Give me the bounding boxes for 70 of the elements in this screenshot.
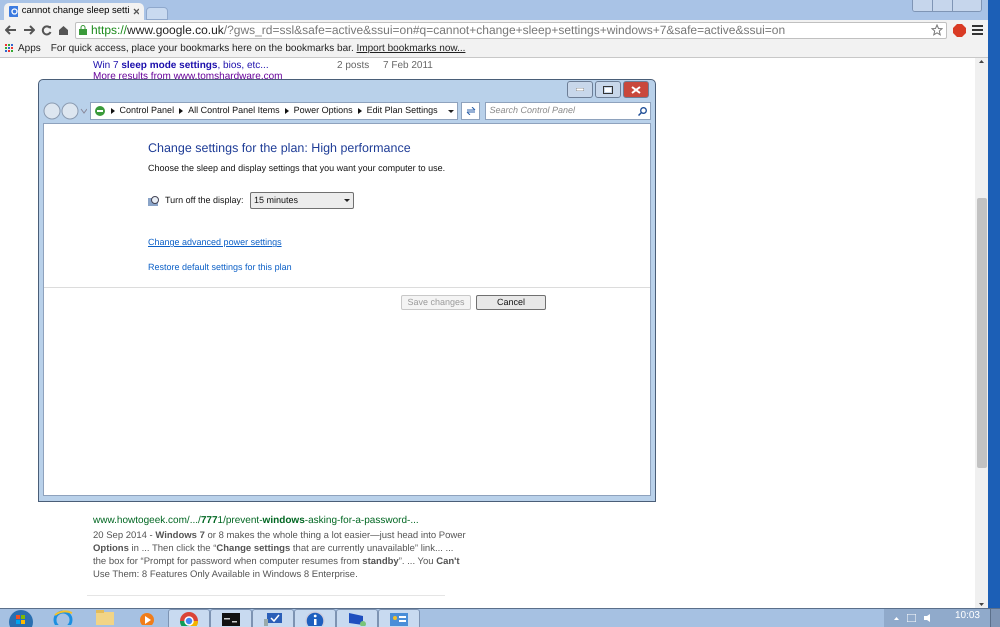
apps-grid-icon[interactable] [5, 44, 14, 53]
scroll-down-icon[interactable] [979, 603, 984, 606]
speaker-icon[interactable] [924, 614, 933, 622]
tray-arrow-icon[interactable] [894, 616, 899, 620]
star-icon[interactable] [931, 24, 943, 36]
plan-subtitle: Choose the sleep and display settings that you want your computer to use. [148, 162, 446, 175]
breadcrumb-item[interactable]: Power Options [294, 104, 353, 118]
taskbar-button[interactable] [294, 609, 336, 627]
chevron-right-icon[interactable] [110, 108, 115, 114]
import-bookmarks-link[interactable]: Import bookmarks now... [356, 43, 466, 54]
terminal-icon [220, 610, 242, 626]
result-date: 7 Feb 2011 [383, 58, 433, 72]
lock-icon [79, 25, 87, 35]
setting-dropdown[interactable]: 15 minutes [250, 192, 354, 210]
search-box[interactable]: Search Control Panel [485, 102, 652, 120]
back-icon[interactable] [5, 25, 17, 35]
dropdown-arrow-icon[interactable] [448, 110, 454, 112]
settings-link[interactable]: Restore default settings for this plan [148, 260, 292, 274]
refresh-button[interactable] [460, 102, 480, 120]
apps-link[interactable]: Apps [18, 41, 41, 56]
close-icon[interactable] [133, 8, 139, 15]
result-title[interactable]: Win 7 sleep mode settings, bios, etc... [93, 58, 337, 72]
scrollbar[interactable] [975, 58, 988, 608]
home-icon[interactable] [58, 25, 69, 35]
result-posts: 2 posts [337, 58, 370, 72]
more-results-link[interactable]: More results from www.tomshardware.com [93, 71, 975, 81]
settings-link[interactable]: Change advanced power settings [148, 236, 282, 250]
browser-tab[interactable]: cannot change sleep setti [4, 3, 144, 20]
dropdown-arrow-icon [344, 199, 350, 202]
scroll-thumb[interactable] [976, 198, 986, 468]
refresh-icon [466, 107, 476, 115]
back-forward-icon[interactable] [43, 102, 87, 120]
result-snippet: 20 Sep 2014 - Windows 7 or 8 makes the whole thing a lot easier—just head into Power Options in ... Then click the “Change settings that are currently unavailable” link... ... the box for “Prompt for password when computer resumes from standby”. ... You Can't Use Them: 8 Features Only Available in Windows 8 Enterprise. [93, 529, 467, 581]
address-bar[interactable]: https://www.google.co.uk/?gws_rd=ssl&safe=active&ssui=on#q=cannot+change+sleep+settings+windows+7&safe=active&ssui=on [75, 22, 947, 38]
maximize-icon [603, 86, 613, 94]
stop-sign-icon[interactable] [953, 24, 966, 36]
forward-icon[interactable] [23, 25, 35, 35]
monitor-clock-icon [148, 196, 159, 206]
menu-icon[interactable] [972, 25, 983, 35]
windows-logo-icon [8, 609, 34, 627]
minimize-icon [576, 88, 584, 91]
url-text: https://www.google.co.uk/?gws_rd=ssl&safe=active&ssui=on#q=cannot+change+sleep+settings+windows+7&safe=active&ssui=on [91, 22, 786, 39]
taskbar-button[interactable] [210, 609, 252, 627]
search-icon [638, 106, 648, 116]
chevron-right-icon[interactable] [358, 108, 362, 114]
bookmarks-hint: For quick access, place your bookmarks here on the bookmarks bar. Import bookmarks now... [50, 42, 466, 56]
breadcrumb-item[interactable]: Edit Plan Settings [366, 104, 438, 118]
info-icon [304, 610, 326, 626]
breadcrumb-item[interactable]: All Control Panel Items [188, 104, 280, 118]
breadcrumb-bar[interactable]: Control Panel All Control Panel Items Power Options Edit Plan Settings [90, 102, 458, 120]
globe-icon [52, 609, 74, 625]
chrome-icon [178, 610, 200, 626]
close-icon [631, 86, 641, 94]
breadcrumb-item[interactable]: Control Panel [120, 104, 174, 118]
close-button[interactable] [623, 81, 649, 98]
folder-icon [94, 609, 116, 625]
tab-title: cannot change sleep setti [22, 4, 130, 18]
search-field[interactable]: Search Control Panel [489, 104, 638, 118]
chevron-right-icon[interactable] [179, 108, 184, 114]
scroll-up-icon[interactable] [979, 60, 984, 63]
minimize-button[interactable] [567, 81, 593, 98]
cancel-button[interactable]: Cancel [476, 295, 546, 310]
reload-icon[interactable] [41, 24, 52, 36]
chevron-right-icon[interactable] [284, 108, 289, 114]
plan-heading: Change settings for the plan: High performance [148, 140, 412, 157]
result-url[interactable]: www.howtogeek.com/.../7771/prevent-windows-asking-for-a-password-... [93, 513, 975, 528]
setting-label: Turn off the display: [165, 194, 245, 207]
maximize-button[interactable] [595, 81, 621, 98]
monitor-icon [262, 610, 284, 626]
network-icon[interactable] [906, 614, 916, 622]
